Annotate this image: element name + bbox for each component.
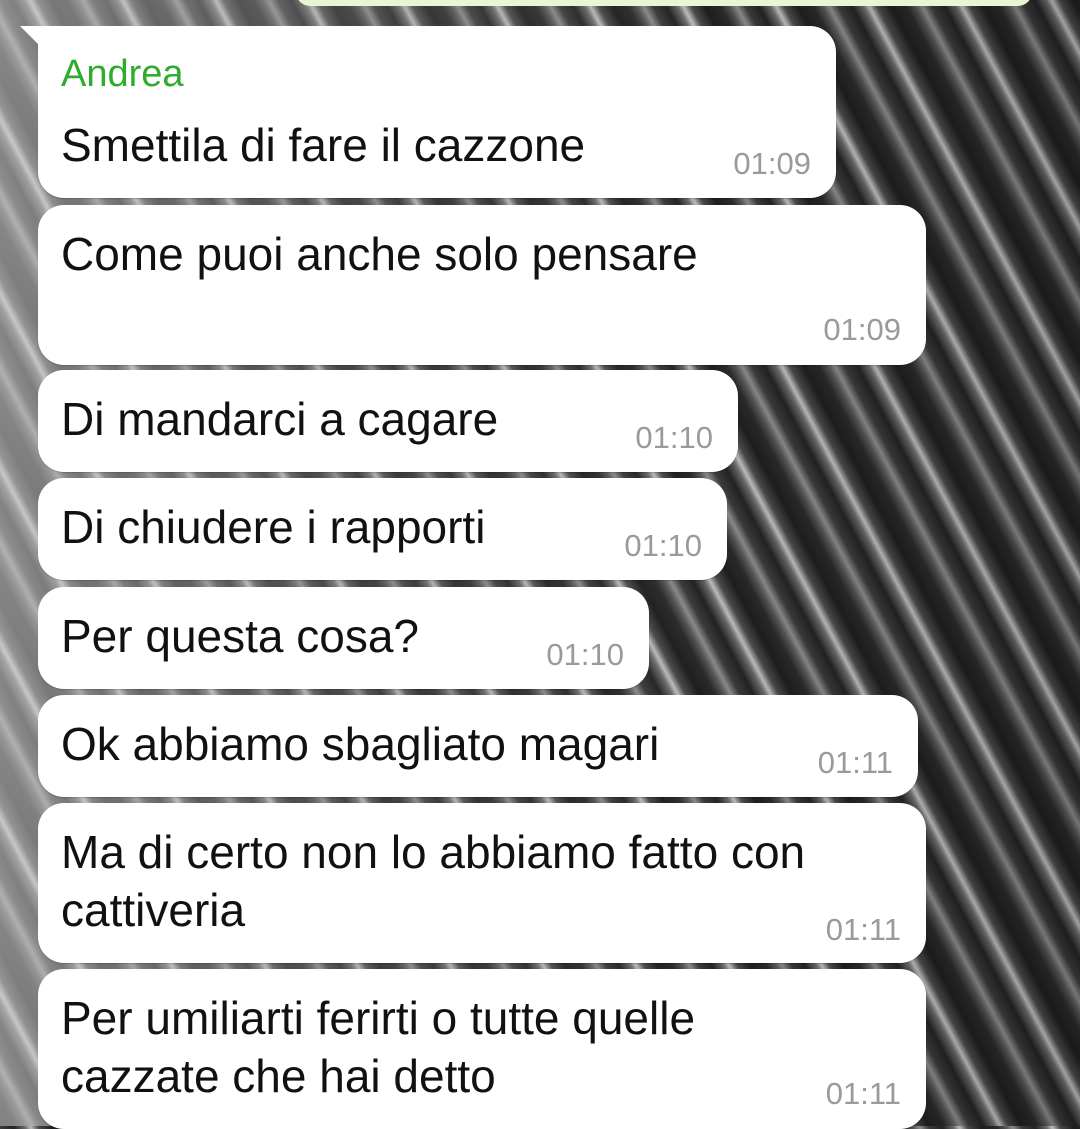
message-text: Smettila di fare il cazzone <box>61 119 586 171</box>
message-text: Per umiliarti ferirti o tutte quelle <box>61 992 696 1044</box>
message-timestamp: 01:09 <box>823 312 901 347</box>
incoming-message-bubble[interactable]: Per umiliarti ferirti o tutte quelle caz… <box>38 969 926 1129</box>
message-timestamp: 01:09 <box>733 146 811 181</box>
message-text: Di mandarci a cagare <box>61 393 499 445</box>
incoming-message-bubble[interactable]: Come puoi anche solo pensare 01:09 <box>38 205 926 365</box>
incoming-message-bubble[interactable]: Ma di certo non lo abbiamo fatto con cat… <box>38 803 926 963</box>
message-timestamp: 01:11 <box>817 745 893 780</box>
incoming-message-bubble[interactable]: Ok abbiamo sbagliato magari 01:11 <box>38 695 918 797</box>
incoming-message-bubble[interactable]: Per questa cosa? 01:10 <box>38 587 649 689</box>
message-text: Per questa cosa? <box>61 610 420 662</box>
message-thread: Andrea Smettila di fare il cazzone 01:09… <box>0 0 1080 1129</box>
message-text: Di chiudere i rapporti <box>61 501 486 553</box>
message-timestamp: 01:10 <box>635 420 713 455</box>
incoming-message-bubble[interactable]: Andrea Smettila di fare il cazzone 01:09 <box>20 26 836 198</box>
message-timestamp: 01:11 <box>825 1076 901 1111</box>
message-timestamp: 01:11 <box>825 912 901 947</box>
message-timestamp: 01:10 <box>546 637 624 672</box>
incoming-message-bubble[interactable]: Di chiudere i rapporti 01:10 <box>38 478 727 580</box>
sender-name[interactable]: Andrea <box>61 52 184 96</box>
message-text: Come puoi anche solo pensare <box>61 228 698 280</box>
message-text: Ok abbiamo sbagliato magari <box>61 718 660 770</box>
message-text: cazzate che hai detto <box>61 1050 496 1102</box>
message-text: Ma di certo non lo abbiamo fatto con <box>61 826 806 878</box>
bubble-tail <box>20 26 42 48</box>
message-timestamp: 01:10 <box>624 528 702 563</box>
message-text: cattiveria <box>61 884 246 936</box>
incoming-message-bubble[interactable]: Di mandarci a cagare 01:10 <box>38 370 738 472</box>
